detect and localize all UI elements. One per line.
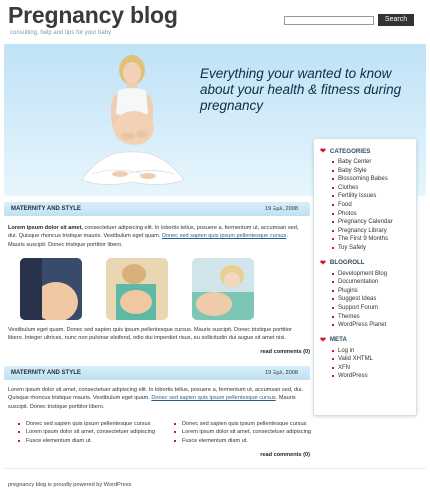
search-button[interactable]: Search [378,14,414,26]
list-item: Lorem ipsum dolor sit amet, consectetuer… [16,428,155,436]
post-inline-link[interactable]: Donec sed sapien quis ipsum pellentesque… [151,395,275,401]
post-excerpt-continued: Vestibulum eget quam. Donec sed sapien q… [8,327,292,342]
sidebar-item-first-9-months[interactable]: The First 9 Months [332,235,410,244]
blogroll-section: ❤ BLOGROLL Development Blog Documentatio… [320,259,410,330]
meta-list: Log in Valid XHTML XFN WordPress [320,347,410,381]
meta-section: ❤ META Log in Valid XHTML XFN WordPress [320,336,410,381]
list-item: Lorem ipsum dolor sit amet, consectetuer… [172,428,311,436]
post-excerpt: Lorem ipsum dolor sit amet, consectetuer… [8,224,306,249]
post-inline-link[interactable]: Donec sed sapien quis ipsum pellentesque… [162,233,286,239]
site-title[interactable]: Pregnancy blog [8,2,178,29]
heart-icon: ❤ [320,148,326,155]
sidebar-item-baby-style[interactable]: Baby Style [332,167,410,176]
blogroll-heading: ❤ BLOGROLL [320,259,410,267]
site-tagline: consulting, help and tips for your baby [10,30,112,36]
blogroll-item-development-blog[interactable]: Development Blog [332,270,410,279]
meta-item-wordpress[interactable]: WordPress [332,372,410,381]
meta-heading: ❤ META [320,336,410,344]
list-item: Fusce elementum diam ut. [172,437,311,445]
post-date: 19 Ξµλ, 2008 [265,206,298,212]
post-header: MATERNITY AND STYLE 19 Ξµλ, 2008 [4,366,310,380]
blogroll-item-themes[interactable]: Themes [332,313,410,322]
sidebar-item-fertility-issues[interactable]: Fertility Issues [332,192,410,201]
sidebar-item-baby-center[interactable]: Baby Center [332,158,410,167]
blogroll-title: BLOGROLL [329,259,365,267]
sidebar: ❤ CATEGORIES Baby Center Baby Style Blos… [313,138,417,416]
sidebar-item-pregnancy-library[interactable]: Pregnancy Library [332,227,410,236]
footer-divider [4,468,426,469]
search-input[interactable] [284,16,374,25]
meta-item-log-in[interactable]: Log in [332,347,410,356]
thumbnail-image[interactable] [106,258,168,320]
bullet-list-left: Donec sed sapien quis ipsum pellentesque… [16,420,155,445]
meta-title: META [329,336,347,344]
categories-list: Baby Center Baby Style Blossoming Babes … [320,158,410,253]
sidebar-item-pregnancy-calendar[interactable]: Pregnancy Calendar [332,218,410,227]
thumbnail-image[interactable] [192,258,254,320]
blogroll-item-plugins[interactable]: Plugins [332,287,410,296]
categories-heading: ❤ CATEGORIES [320,147,410,156]
post-date: 19 Ξµλ, 2008 [265,370,298,376]
blogroll-item-support-forum[interactable]: Support Forum [332,304,410,313]
blogroll-item-documentation[interactable]: Documentation [332,278,410,287]
blogroll-item-wordpress-planet[interactable]: WordPress Planet [332,321,410,330]
post-lead: Lorem ipsum dolor sit amet, [8,387,78,393]
list-item: Fusce elementum diam ut. [16,437,155,445]
post-thumbnails [20,258,290,320]
post-title[interactable]: MATERNITY AND STYLE [11,206,81,212]
meta-item-valid-xhtml[interactable]: Valid XHTML [332,355,410,364]
hero-headline: Everything your wanted to know about you… [200,66,402,113]
list-item: Donec sed sapien quis ipsum pellentesque… [16,420,155,428]
thumbnail-image[interactable] [20,258,82,320]
heart-icon: ❤ [320,259,326,267]
list-item: Donec sed sapien quis ipsum pellentesque… [172,420,311,428]
read-comments-link[interactable]: read comments (0) [260,452,310,458]
heart-icon: ❤ [320,336,326,344]
sidebar-item-blossoming-babes[interactable]: Blossoming Babes [332,175,410,184]
bullet-list-right: Donec sed sapien quis ipsum pellentesque… [172,420,311,445]
post-excerpt: Lorem ipsum dolor sit amet, consectetuer… [8,386,306,411]
post-title[interactable]: MATERNITY AND STYLE [11,370,81,376]
sidebar-item-toy-safety[interactable]: Toy Safety [332,244,410,253]
categories-section: ❤ CATEGORIES Baby Center Baby Style Blos… [320,147,410,253]
blogroll-list: Development Blog Documentation Plugins S… [320,270,410,330]
sidebar-item-photos[interactable]: Photos [332,210,410,219]
categories-title: CATEGORIES [329,147,371,155]
post-header: MATERNITY AND STYLE 19 Ξµλ, 2008 [4,202,310,216]
pregnant-woman-image [81,55,185,185]
read-comments-link[interactable]: read comments (0) [260,349,310,355]
blogroll-item-suggest-ideas[interactable]: Suggest Ideas [332,295,410,304]
sidebar-item-clothes[interactable]: Clothes [332,184,410,193]
site-header: Pregnancy blog consulting, help and tips… [0,0,430,42]
sidebar-item-food[interactable]: Food [332,201,410,210]
post-lead-bold: Lorem ipsum dolor sit amet, [8,225,83,231]
footer-text: pregnancy blog is proudly powered by Wor… [8,482,132,488]
meta-item-xfn[interactable]: XFN [332,364,410,373]
